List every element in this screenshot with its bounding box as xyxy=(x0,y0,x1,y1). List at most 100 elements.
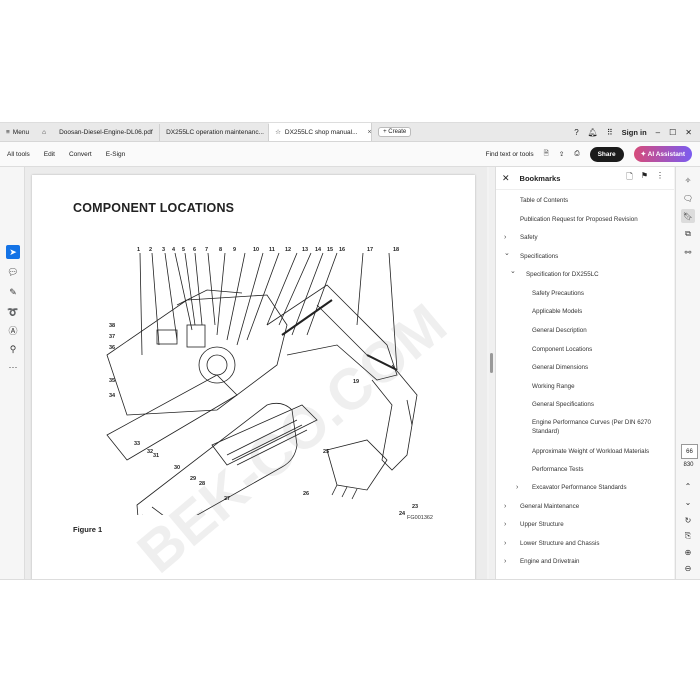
bookmark-item[interactable]: › Lower Structure and Chassis xyxy=(504,539,674,548)
maximize-icon[interactable]: ☐ xyxy=(669,128,676,137)
bell-icon[interactable]: 🔔︎ xyxy=(588,128,598,137)
chevron-down-icon[interactable]: ⌄ xyxy=(510,267,516,276)
tab-operation-manual[interactable]: DX255LC operation maintenanc... xyxy=(160,123,270,141)
stamp-icon[interactable]: ⚲ xyxy=(6,342,20,356)
close-tab-icon[interactable]: × xyxy=(368,129,372,136)
lasso-icon[interactable]: ➰ xyxy=(6,305,20,319)
print-icon[interactable]: ⎙ xyxy=(574,150,579,158)
attachments-icon[interactable]: ⚯ xyxy=(681,245,695,259)
comments-icon[interactable]: 🗨︎ xyxy=(681,191,695,205)
share-button[interactable]: Share xyxy=(589,146,624,162)
scrollbar-thumb[interactable] xyxy=(490,353,493,373)
left-tool-rail: ➤ 💬︎ ✎ ➰ Ⓐ ⚲ ··· xyxy=(0,167,25,579)
document-viewport[interactable]: COMPONENT LOCATIONS 1 2 3 4 5 6 7 8 9 10… xyxy=(25,167,487,579)
zoom-out-icon[interactable]: ⊖ xyxy=(681,561,695,575)
more-icon[interactable]: ··· xyxy=(6,360,20,374)
menu-button[interactable]: ≡ Menu xyxy=(0,123,35,141)
page-fit-icon[interactable]: ⎘ xyxy=(681,529,695,543)
help-icon[interactable]: ? xyxy=(574,128,578,137)
chevron-up-icon[interactable]: ⌃ xyxy=(681,479,695,493)
bookmark-label: Specification for DX255LC xyxy=(526,271,599,278)
close-panel-icon[interactable]: ✕ xyxy=(502,173,510,184)
chevron-right-icon[interactable]: › xyxy=(504,502,506,511)
apps-icon[interactable]: ⠿ xyxy=(607,128,613,137)
bookmarks-toggle-icon[interactable]: 🔖︎ xyxy=(681,209,695,223)
bookmark-label: Approximate Weight of Workload Materials xyxy=(532,448,650,455)
sign-in-button[interactable]: Sign in xyxy=(622,128,647,137)
chevron-right-icon[interactable]: › xyxy=(504,539,506,548)
bookmark-item[interactable]: › Engine and Drivetrain xyxy=(504,557,674,566)
bookmark-label: Publication Request for Proposed Revisio… xyxy=(520,216,638,223)
tool-edit[interactable]: Edit xyxy=(37,151,62,158)
bookmark-label: Upper Structure xyxy=(520,521,564,528)
bookmark-item[interactable]: Safety Precautions xyxy=(532,289,674,298)
bookmark-item[interactable]: General Description xyxy=(532,326,674,335)
bookmark-item[interactable]: Working Range xyxy=(532,382,674,391)
rotate-icon[interactable]: ↻ xyxy=(681,513,695,527)
pen-icon[interactable]: ✎ xyxy=(6,285,20,299)
bookmark-item[interactable]: › Excavator Performance Standards xyxy=(516,483,674,492)
find-text-button[interactable]: Find text or tools xyxy=(486,151,534,158)
tool-convert[interactable]: Convert xyxy=(62,151,99,158)
star-icon[interactable]: ☆ xyxy=(275,128,281,136)
ai-summary-icon[interactable]: ✧ xyxy=(681,173,695,187)
callout-label: 3 xyxy=(162,247,165,253)
comment-icon[interactable]: 💬︎ xyxy=(6,265,20,279)
bookmark-item[interactable]: › Upper Structure xyxy=(504,520,674,529)
bookmark-item[interactable]: › General Maintenance xyxy=(504,502,674,511)
save-icon[interactable]: 🗎 xyxy=(544,149,549,160)
bookmark-item[interactable]: Publication Request for Proposed Revisio… xyxy=(520,215,674,224)
callout-label: 36 xyxy=(109,345,115,351)
bookmark-icon[interactable]: ⚑ xyxy=(641,171,648,185)
chevron-right-icon[interactable]: › xyxy=(504,233,506,242)
callout-label: 32 xyxy=(147,449,153,455)
select-cursor-icon[interactable]: ➤ xyxy=(6,245,20,259)
bookmark-label: Engine Performance Curves (Per DIN 6270 … xyxy=(532,419,651,435)
minimize-icon[interactable]: – xyxy=(656,128,660,137)
ai-assistant-label: AI Assistant xyxy=(647,151,685,158)
chevron-right-icon[interactable]: › xyxy=(516,483,518,492)
bookmark-item[interactable]: ⌄ Specification for DX255LC xyxy=(510,267,674,279)
page-total: 830 xyxy=(683,462,694,468)
bookmark-item[interactable]: Table of Contents xyxy=(520,196,674,205)
callout-label: 12 xyxy=(285,247,291,253)
bookmark-item[interactable]: General Specifications xyxy=(532,400,674,409)
bookmark-label: Table of Contents xyxy=(520,197,569,204)
bookmark-label: Excavator Performance Standards xyxy=(532,484,627,491)
bookmark-item[interactable]: ⌄ Specifications xyxy=(504,249,674,261)
callout-label: 11 xyxy=(269,247,275,253)
figure-label: Figure 1 xyxy=(73,525,103,534)
tab-shop-manual[interactable]: ☆ DX255LC shop manual... × xyxy=(269,123,373,141)
bookmark-item[interactable]: Performance Tests xyxy=(532,465,674,474)
home-icon[interactable]: ⌂ xyxy=(35,123,53,141)
bookmark-add-icon[interactable]: 🗋 xyxy=(626,171,632,185)
bookmark-label: General Description xyxy=(532,327,587,334)
bookmark-item[interactable]: Applicable Models xyxy=(532,307,674,316)
more-vertical-icon[interactable]: ⋮ xyxy=(656,171,664,185)
pages-icon[interactable]: ⧉ xyxy=(681,227,695,241)
cloud-upload-icon[interactable]: ⇪ xyxy=(559,150,564,158)
bookmark-item[interactable]: Component Locations xyxy=(532,345,674,354)
tool-all-tools[interactable]: All tools xyxy=(0,151,37,158)
callout-label: 31 xyxy=(153,453,159,459)
callout-label: 15 xyxy=(327,247,333,253)
bookmark-item[interactable]: General Dimensions xyxy=(532,363,674,372)
create-button[interactable]: + Create xyxy=(378,127,412,137)
tab-label: DX255LC operation maintenanc... xyxy=(166,128,264,136)
text-select-icon[interactable]: Ⓐ xyxy=(6,323,20,337)
zoom-in-icon[interactable]: ⊕ xyxy=(681,545,695,559)
close-icon[interactable]: ✕ xyxy=(685,128,692,137)
chevron-down-icon[interactable]: ⌄ xyxy=(504,249,510,258)
bookmark-label: Applicable Models xyxy=(532,308,583,315)
page-number-input[interactable]: 66 xyxy=(681,444,698,459)
chevron-down-icon[interactable]: ⌄ xyxy=(681,495,695,509)
bookmark-item[interactable]: Engine Performance Curves (Per DIN 6270 … xyxy=(532,418,662,436)
bookmark-item[interactable]: › Safety xyxy=(504,233,674,242)
ai-assistant-button[interactable]: ✦ AI Assistant xyxy=(633,146,692,162)
callout-label: 7 xyxy=(205,247,208,253)
chevron-right-icon[interactable]: › xyxy=(504,520,506,529)
chevron-right-icon[interactable]: › xyxy=(504,557,506,566)
tab-doosan-engine[interactable]: Doosan-Diesel-Engine-DL06.pdf xyxy=(53,123,161,141)
bookmark-item[interactable]: Approximate Weight of Workload Materials xyxy=(532,447,667,456)
tool-esign[interactable]: E-Sign xyxy=(99,151,133,158)
